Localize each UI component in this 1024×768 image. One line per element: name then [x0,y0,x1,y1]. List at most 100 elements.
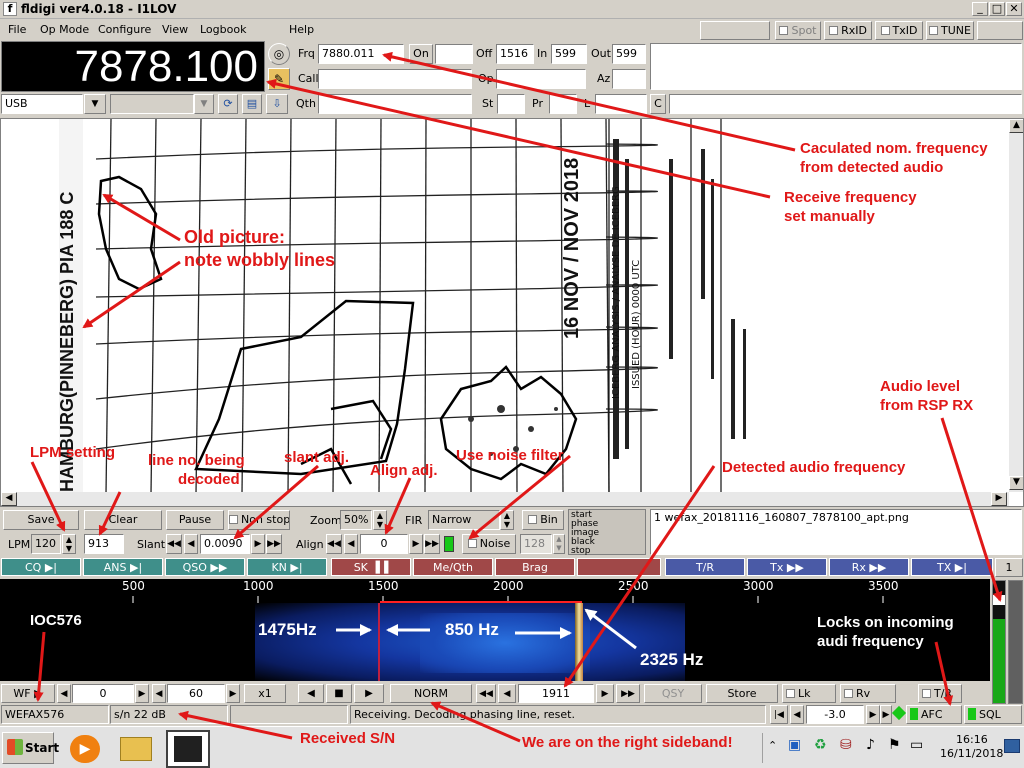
squelch-forward[interactable]: ▶ [866,705,880,724]
fir-stepper[interactable]: ▲ ▼ [500,510,514,530]
macro-tx-stop[interactable]: TX ▶| [911,558,993,576]
slant-fast-forward[interactable]: ▶▶ [266,534,282,554]
norm-button[interactable]: NORM [390,684,472,703]
macro-me-qth[interactable]: Me/Qth [413,558,493,576]
lock-toggle[interactable]: Lk [782,684,836,703]
menu-view[interactable]: View [162,22,188,38]
bandwidth-dropdown-arrow[interactable]: ▼ [194,94,214,114]
lpm-select[interactable]: 120 [31,534,61,554]
op-field[interactable] [496,69,586,89]
wf-rewind-button[interactable]: ◀ [298,684,324,703]
pr-field[interactable] [549,94,577,114]
scroll-left-arrow[interactable]: ◀ [1,492,17,506]
waterfall-side-scroll[interactable] [1008,580,1023,704]
noise-toggle[interactable]: Noise [462,534,516,554]
clock-date[interactable]: 16/11/2018 [940,747,1003,760]
frequency-display[interactable]: 7878.100 [1,41,265,92]
c-button[interactable]: C [650,94,666,114]
squelch-fast-forward[interactable]: ▶ [880,705,892,724]
wf-button[interactable]: WF ▶ [1,684,55,703]
scroll-down-arrow[interactable]: ▼ [1009,476,1023,490]
macro-empty[interactable] [577,558,661,576]
macro-rx[interactable]: Rx ▶▶ [829,558,909,576]
macro-tr[interactable]: T/R [665,558,745,576]
macro-cq[interactable]: CQ ▶| [1,558,81,576]
rig-refresh-icon[interactable]: ⟳ [218,94,238,114]
st-field[interactable] [497,94,525,114]
clock-time[interactable]: 16:16 [956,733,988,746]
menu-op-mode[interactable]: Op Mode [40,22,89,38]
offset-back[interactable]: ◀ [57,684,71,703]
offset-field[interactable]: 0 [72,684,134,703]
smeter-icon[interactable]: ◎ [268,43,290,65]
fax-horizontal-scrollbar[interactable]: ◀ ▶ [1,492,1009,506]
bandwidth-select[interactable] [110,94,194,114]
tray-sync-icon[interactable]: ♻ [814,737,827,753]
audio-freq-field[interactable]: 1911 [518,684,594,703]
rate-field[interactable]: 60 [167,684,225,703]
txid-toggle[interactable]: TxID [875,21,923,40]
media-player-icon[interactable]: ▶ [70,735,100,763]
menu-logbook[interactable]: Logbook [200,22,246,38]
fldigi-taskbar-icon[interactable] [166,730,210,768]
tune-toggle[interactable]: TUNE [926,21,974,40]
show-desktop-icon[interactable] [1004,739,1020,753]
reverse-toggle[interactable]: Rv [840,684,896,703]
macro-kn[interactable]: KN ▶| [247,558,327,576]
close-button[interactable]: ✕ [1006,2,1022,16]
save-button[interactable]: Save [3,510,79,530]
wf-play-button[interactable]: ▶ [354,684,384,703]
x1-button[interactable]: x1 [244,684,286,703]
align-forward[interactable]: ▶ [409,534,423,554]
clear-button[interactable]: Clear [84,510,162,530]
locator-field[interactable] [595,94,647,114]
tray-power-icon[interactable]: ⛁ [840,737,852,753]
off-field[interactable]: 1516 [496,44,534,64]
sql-toggle[interactable]: SQL [964,705,1022,724]
in-field[interactable]: 599 [551,44,587,64]
freq-forward[interactable]: ▶ [596,684,614,703]
tray-expand-icon[interactable]: ⌃ [768,739,777,752]
mode-status[interactable]: WEFAX576 [1,705,109,724]
bin-value-field[interactable]: 128 [520,534,552,554]
minimize-button[interactable]: _ [972,2,988,16]
slant-forward[interactable]: ▶ [251,534,265,554]
call-field[interactable] [318,69,472,89]
mode-dropdown-arrow[interactable]: ▼ [84,94,106,114]
rate-back[interactable]: ◀ [152,684,166,703]
slant-back[interactable]: ◀ [184,534,198,554]
freq-fast-forward[interactable]: ▶▶ [616,684,640,703]
macro-sk[interactable]: SK ▐▐ [331,558,411,576]
country-field[interactable] [669,94,1022,114]
align-back[interactable]: ◀ [344,534,358,554]
blank-top-right-button[interactable] [977,21,1023,40]
scroll-up-arrow[interactable]: ▲ [1009,119,1023,133]
rig-save-icon[interactable]: ⇩ [266,94,288,114]
rxid-toggle[interactable]: RxID [824,21,872,40]
macro-brag[interactable]: Brag [495,558,575,576]
blank-top-button[interactable] [700,21,770,40]
memory-icon[interactable]: ✎ [268,68,290,90]
qth-field[interactable] [318,94,472,114]
on-field[interactable] [435,44,473,64]
wf-stop-button[interactable]: ■ [326,684,352,703]
fir-select[interactable]: Narrow [428,510,500,530]
rig-list-icon[interactable]: ▤ [242,94,262,114]
fax-vertical-scrollbar[interactable]: ▲ ▼ [1009,119,1023,492]
lpm-stepper[interactable]: ▲ ▼ [62,534,76,554]
squelch-fast-back[interactable]: |◀ [770,705,788,724]
zoom-stepper[interactable]: ▲ ▼ [373,510,387,530]
slant-field[interactable]: 0.0090 [200,534,250,554]
maximize-button[interactable]: □ [989,2,1005,16]
tray-display-icon[interactable]: ▭ [910,737,923,753]
start-button[interactable]: Start [2,732,59,764]
freq-fast-back[interactable]: ◀◀ [476,684,496,703]
qsy-button[interactable]: QSY [644,684,702,703]
freq-back[interactable]: ◀ [498,684,516,703]
frq-field[interactable]: 7880.011 [318,44,404,64]
macro-qso[interactable]: QSO ▶▶ [165,558,245,576]
align-fast-forward[interactable]: ▶▶ [424,534,440,554]
squelch-back[interactable]: ◀ [790,705,804,724]
macro-page-button[interactable]: 1 [995,558,1023,577]
az-field[interactable] [612,69,646,89]
